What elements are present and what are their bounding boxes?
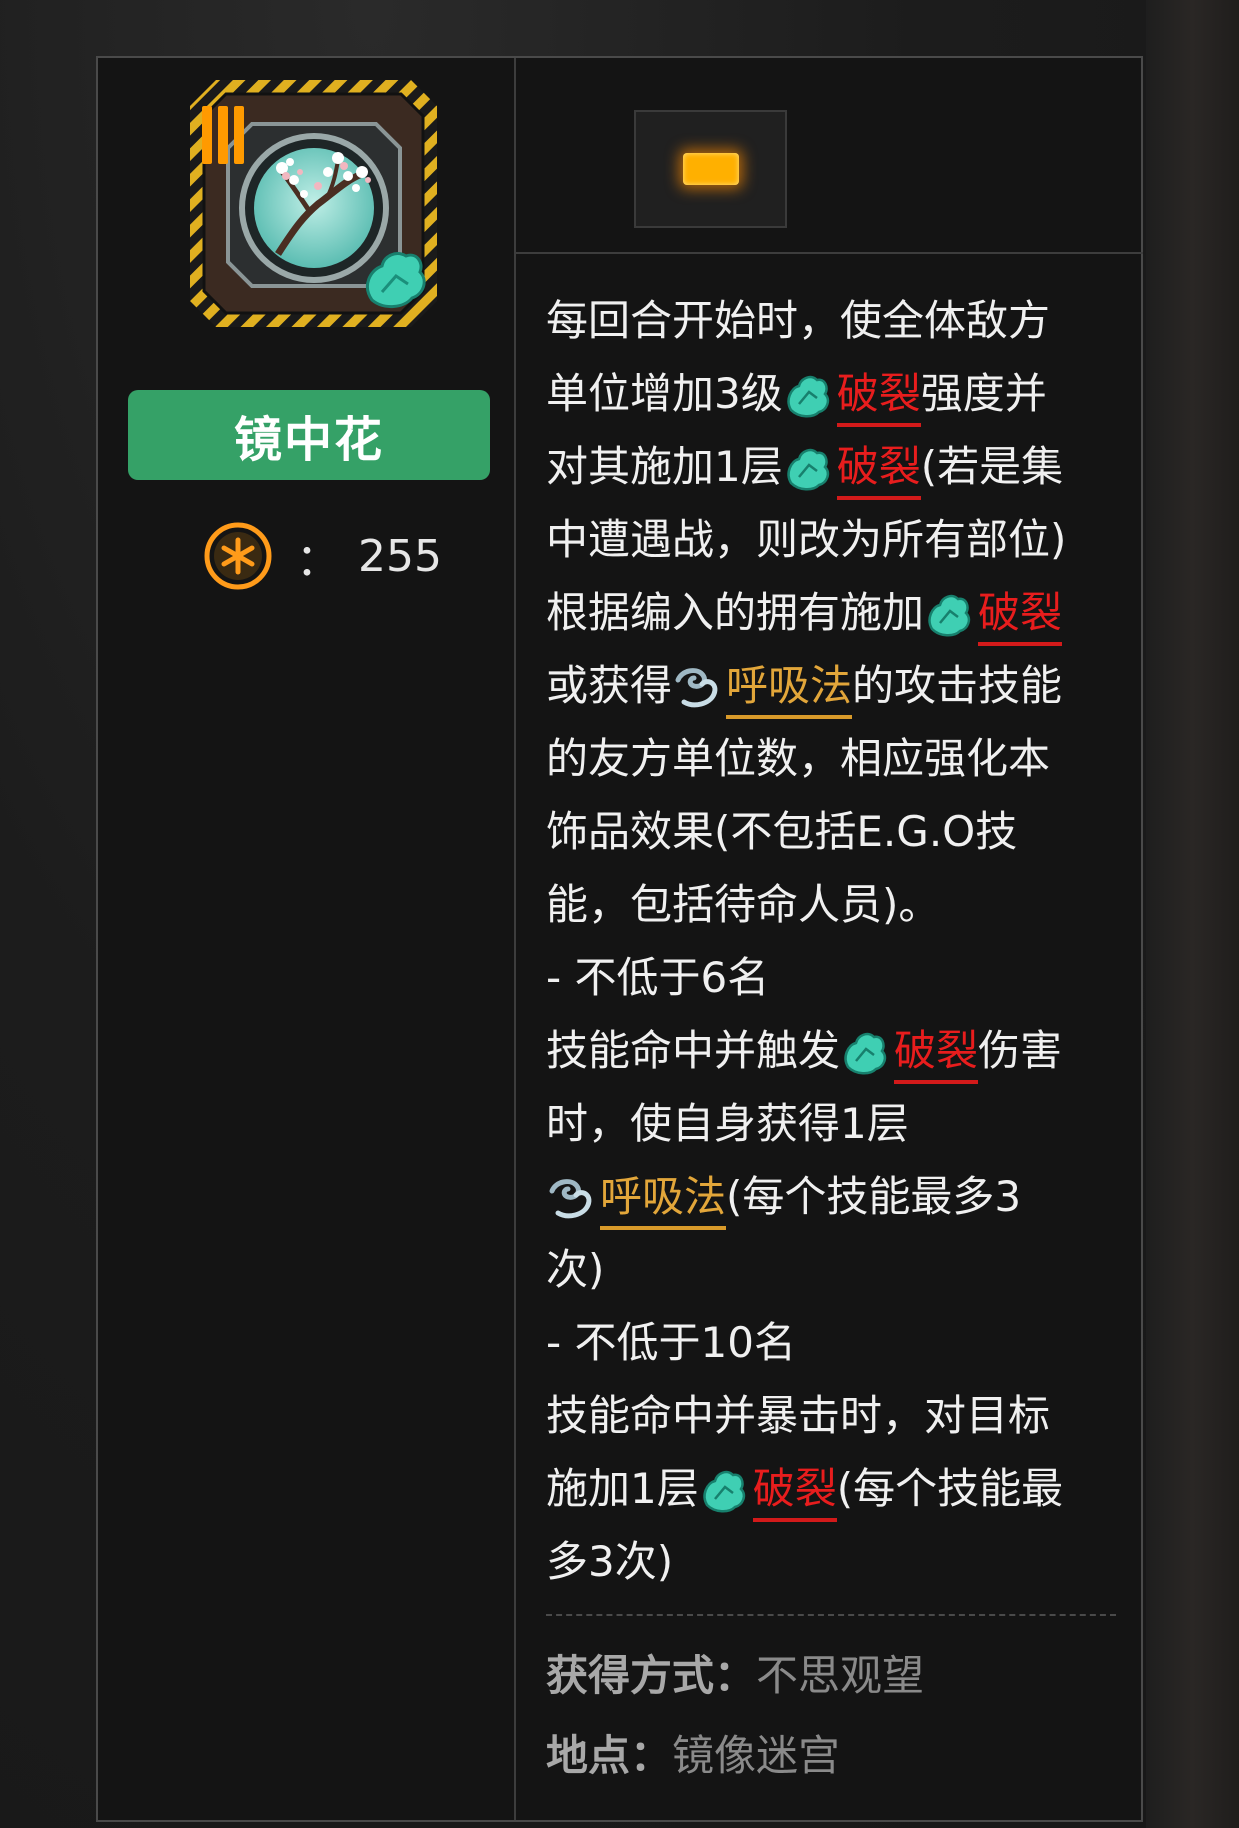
rupture-icon bbox=[844, 1032, 887, 1074]
rupture-keyword[interactable]: 破裂 bbox=[978, 584, 1063, 646]
gift-detail-column: 每回合开始时，使全体敌方 单位增加3级 破裂强度并 对其施加1层 破裂(若是集 中遭… bbox=[516, 58, 1143, 1820]
gift-description: 每回合开始时，使全体敌方 单位增加3级 破裂强度并 对其施加1层 破裂(若是集 中遭… bbox=[546, 284, 1136, 1598]
cost-coin-icon bbox=[204, 522, 272, 590]
desc-line: 技能命中并暴击时，对目标 bbox=[546, 1391, 1051, 1440]
desc-line: 对其施加1层 破裂(若是集 bbox=[546, 430, 1136, 503]
breath-keyword[interactable]: 呼吸法 bbox=[726, 657, 853, 719]
gift-name: 镜中花 bbox=[233, 412, 384, 468]
desc-line: 饰品效果(不包括E.G.O技 bbox=[546, 807, 1018, 856]
desc-line: 次) bbox=[546, 1245, 605, 1294]
desc-line: 中遭遇战，则改为所有部位) bbox=[546, 515, 1067, 564]
desc-line: 施加1层 破裂(每个技能最 bbox=[546, 1452, 1136, 1525]
rupture-icon bbox=[787, 375, 829, 417]
desc-line: - 不低于6名 bbox=[546, 953, 770, 1002]
desc-line: 每回合开始时，使全体敌方 bbox=[546, 296, 1051, 345]
desc-line: 时，使自身获得1层 bbox=[546, 1099, 909, 1148]
desc-line: 多3次) bbox=[546, 1537, 674, 1586]
location-value: 镜像迷宫 bbox=[672, 1731, 841, 1780]
gift-cost: ： 255 bbox=[202, 516, 442, 596]
breath-keyword[interactable]: 呼吸法 bbox=[600, 1168, 727, 1230]
desc-line: 呼吸法(每个技能最多3 bbox=[546, 1160, 1136, 1233]
rupture-keyword[interactable]: 破裂 bbox=[894, 1022, 979, 1084]
desc-line: 能，包括待命人员)。 bbox=[546, 880, 941, 929]
desc-line: 根据编入的拥有施加 破裂 bbox=[546, 576, 1136, 649]
gift-summary-column: 镜中花 ： 255 bbox=[98, 58, 516, 1820]
gift-icon bbox=[186, 76, 441, 331]
ego-gift-panel: 镜中花 ： 255 每回合开始时，使全体敌方 单位增加3级 破裂强度并 对其施加… bbox=[96, 56, 1143, 1822]
desc-line: 的友方单位数，相应强化本 bbox=[546, 734, 1051, 783]
section-divider bbox=[546, 1614, 1116, 1616]
acquire-method-label: 获得方式： bbox=[546, 1651, 757, 1700]
tier-bar-icon bbox=[682, 153, 739, 185]
rupture-keyword[interactable]: 破裂 bbox=[752, 1460, 837, 1522]
breath-icon bbox=[675, 667, 718, 707]
location-row: 地点：镜像迷宫 bbox=[546, 1726, 840, 1786]
cost-separator: ： bbox=[296, 535, 340, 586]
rupture-icon bbox=[928, 594, 971, 636]
rupture-keyword[interactable]: 破裂 bbox=[836, 438, 921, 500]
desc-line: 单位增加3级 破裂强度并 bbox=[546, 357, 1136, 430]
tier-slot bbox=[634, 110, 787, 228]
gift-name-badge: 镜中花 bbox=[128, 390, 490, 480]
acquire-method-row: 获得方式：不思观望 bbox=[546, 1646, 924, 1706]
desc-line: 技能命中并触发 破裂伤害 bbox=[546, 1014, 1136, 1087]
acquire-method-value: 不思观望 bbox=[756, 1651, 925, 1700]
breath-icon bbox=[549, 1178, 592, 1218]
tier-header bbox=[516, 58, 1143, 254]
rupture-keyword[interactable]: 破裂 bbox=[836, 365, 921, 427]
rupture-icon bbox=[787, 448, 829, 490]
rupture-icon bbox=[703, 1470, 745, 1512]
desc-line: - 不低于10名 bbox=[546, 1318, 796, 1367]
location-label: 地点： bbox=[546, 1731, 673, 1780]
desc-line: 或获得 呼吸法的攻击技能 bbox=[546, 649, 1136, 722]
background-edge bbox=[1146, 0, 1239, 1828]
cost-value: 255 bbox=[358, 530, 442, 582]
